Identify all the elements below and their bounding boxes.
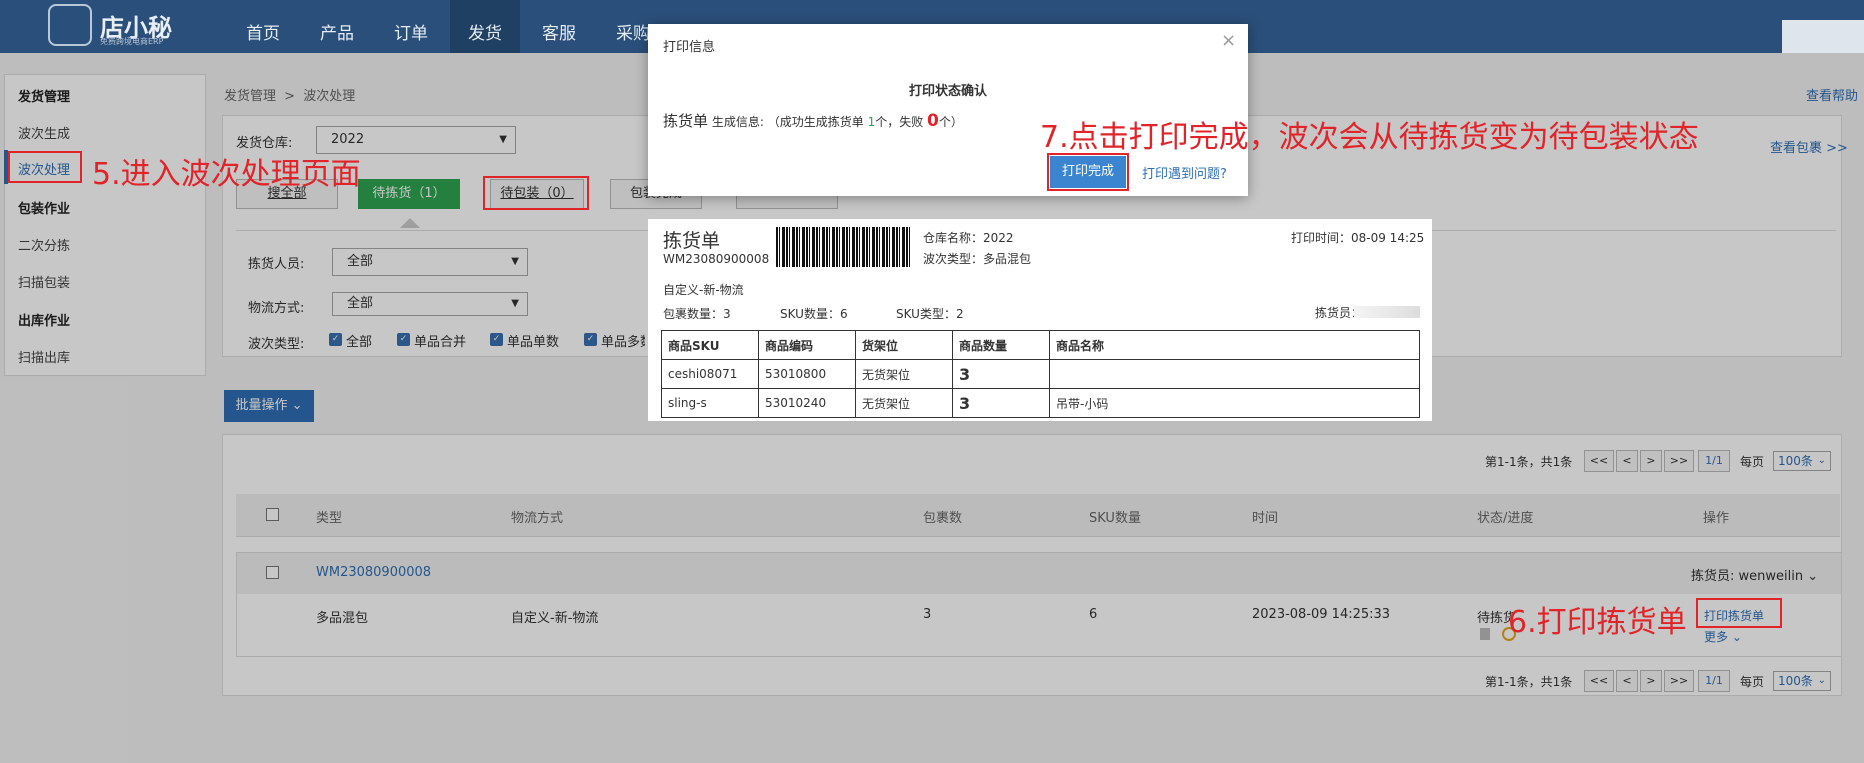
pick-col-shelf: 货架位 — [855, 330, 953, 360]
table-row: sling-s 53010240 无货架位 3 吊带-小码 — [661, 388, 1420, 418]
logo-subtitle: 免费跨境电商ERP — [100, 37, 164, 46]
annotation-step7: 7.点击打印完成，波次会从待拣货变为待包装状态 — [1040, 120, 1699, 155]
print-complete-button[interactable]: 打印完成 — [1050, 156, 1126, 188]
nav-order[interactable]: 订单 — [376, 0, 446, 53]
pick-list-preview: 拣货单 WM23080900008 仓库名称：2022 波次类型：多品混包 打印… — [648, 219, 1432, 421]
pick-list-packages: 包裹数量：3 — [663, 307, 731, 321]
pick-col-qty: 商品数量 — [952, 330, 1050, 360]
pick-cell: 53010800 — [758, 359, 856, 389]
pick-list-logistics: 自定义-新-物流 — [663, 283, 744, 297]
pick-cell-qty: 3 — [952, 388, 1050, 418]
pick-list-batch-type: 波次类型：多品混包 — [923, 252, 1032, 266]
pick-table-header: 商品SKU 商品编码 货架位 商品数量 商品名称 — [661, 330, 1420, 360]
barcode — [776, 227, 912, 267]
pick-col-code: 商品编码 — [758, 330, 856, 360]
pick-list-title: 拣货单 — [663, 230, 721, 252]
pick-list-sku-qty: SKU数量：6 — [780, 307, 848, 321]
table-row: ceshi08071 53010800 无货架位 3 — [661, 359, 1420, 389]
annotation-box-pending-pack — [483, 176, 589, 210]
modal-doc-label: 拣货单 — [663, 112, 709, 130]
fail-count: 0 — [927, 111, 939, 131]
pick-cell-qty: 3 — [952, 359, 1050, 389]
pick-list-id: WM23080900008 — [663, 252, 770, 266]
modal-title: 打印信息 — [663, 40, 716, 55]
annotation-box-print — [1696, 598, 1782, 628]
picker-redacted — [1354, 306, 1420, 318]
pick-cell: sling-s — [661, 388, 759, 418]
annotation-step6: 6.打印拣货单 — [1508, 605, 1687, 640]
nav-service[interactable]: 客服 — [524, 0, 594, 53]
annotation-box-sidebar — [8, 151, 82, 183]
nav-product[interactable]: 产品 — [302, 0, 372, 53]
pick-cell: 53010240 — [758, 388, 856, 418]
modal-msg-prefix: （成功生成拣货单 — [767, 115, 864, 129]
modal-msg-mid: 个，失败 — [875, 115, 924, 129]
pick-list-table: 商品SKU 商品编码 货架位 商品数量 商品名称 ceshi08071 5301… — [661, 330, 1420, 418]
modal-heading: 打印状态确认 — [908, 84, 987, 99]
modal-message: 拣货单 生成信息: （成功生成拣货单 1个，失败 0个） — [663, 110, 963, 131]
pick-cell: 无货架位 — [855, 388, 953, 418]
pick-cell: 吊带-小码 — [1049, 388, 1420, 418]
pick-cell: 无货架位 — [855, 359, 953, 389]
modal-msg-suffix: 个） — [938, 115, 963, 129]
close-icon[interactable]: × — [1221, 30, 1236, 51]
print-info-modal: 打印信息 × 打印状态确认 拣货单 生成信息: （成功生成拣货单 1个，失败 0… — [648, 24, 1248, 196]
pick-col-sku: 商品SKU — [661, 330, 759, 360]
pick-col-name: 商品名称 — [1049, 330, 1420, 360]
user-avatar[interactable] — [1782, 20, 1864, 53]
nav-shipping[interactable]: 发货 — [450, 0, 520, 53]
nav-home[interactable]: 首页 — [228, 0, 298, 53]
pick-list-warehouse: 仓库名称：2022 — [923, 231, 1014, 245]
pick-cell: ceshi08071 — [661, 359, 759, 389]
pick-cell — [1049, 359, 1420, 389]
print-problem-link[interactable]: 打印遇到问题? — [1142, 163, 1227, 182]
modal-info-label: 生成信息: — [711, 115, 764, 129]
robot-logo-icon — [48, 4, 92, 46]
pick-list-sku-types: SKU类型：2 — [896, 307, 964, 321]
pick-list-print-time: 打印时间：08-09 14:25 — [1291, 231, 1425, 245]
annotation-step5: 5.进入波次处理页面 — [92, 157, 361, 192]
